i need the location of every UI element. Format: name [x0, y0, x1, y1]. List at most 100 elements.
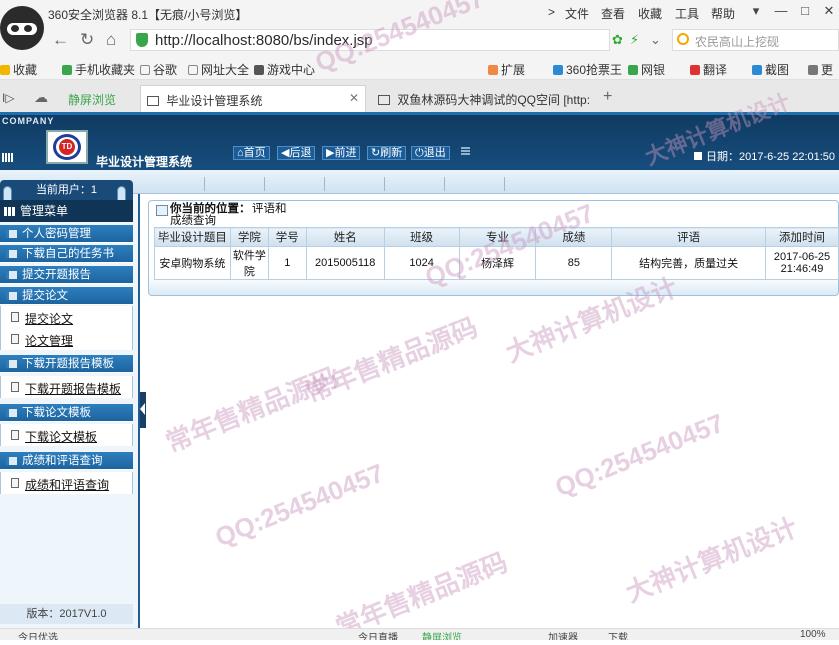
window-title: 360安全浏览器 8.1【无痕/小号浏览】: [48, 8, 248, 22]
speed-icon[interactable]: ✿: [612, 30, 623, 50]
back-arrow-icon[interactable]: ←: [52, 30, 69, 50]
folder-icon: [6, 360, 17, 368]
tab-label: 双鱼林源码大神调试的QQ空间 [http:: [397, 93, 591, 107]
search-box[interactable]: 农民高山上挖砚: [672, 29, 839, 51]
system-name: 毕业设计管理系统: [96, 155, 193, 169]
new-tab-icon[interactable]: +: [603, 88, 612, 106]
sidebar-link-submit-thesis[interactable]: 提交论文: [0, 306, 133, 328]
column-header: 毕业设计题目: [154, 227, 231, 247]
tab-label: 毕业设计管理系统: [166, 94, 263, 108]
address-text: http://localhost:8080/bs/index.jsp: [155, 32, 373, 49]
toolbar-extensions[interactable]: 扩展: [488, 61, 525, 78]
sidebar-group-proposal-template[interactable]: 下载开题报告模板: [0, 355, 133, 373]
folder-icon: [6, 409, 17, 417]
toolbar-translate[interactable]: 翻译: [690, 61, 727, 78]
home-icon[interactable]: ⌂: [106, 30, 116, 50]
column-header: 学院: [229, 227, 269, 247]
sidebar-link-grades[interactable]: 成绩和评语查询: [0, 472, 133, 494]
cell-major: 杨泽辉: [458, 246, 537, 280]
square-icon: [694, 152, 702, 160]
close-window-button[interactable]: ✕: [818, 2, 839, 20]
breadcrumb-part: 评语和: [252, 203, 287, 215]
cloud-icon[interactable]: ☁: [34, 89, 48, 106]
dropdown-chevron-icon[interactable]: ⌄: [650, 30, 661, 50]
back-button[interactable]: ◀后退: [277, 146, 316, 160]
scissors-icon: [752, 65, 762, 75]
tab-label: 静屏浏览: [68, 93, 117, 107]
status-item[interactable]: 今日直播: [358, 629, 398, 640]
refresh-icon[interactable]: ↻: [80, 30, 94, 50]
skin-button[interactable]: ▾: [745, 2, 767, 20]
grades-table: 毕业设计题目 学院 学号 姓名 班级 专业 成绩 评语 添加时间 安卓购物系统 …: [154, 227, 839, 280]
cell-score: 85: [535, 246, 613, 280]
sidebar-group-thesis[interactable]: 提交论文: [0, 287, 133, 305]
menu-favorites[interactable]: 收藏: [638, 5, 662, 22]
status-item[interactable]: 加速器: [548, 629, 578, 640]
menu-tools[interactable]: 工具: [675, 5, 699, 22]
power-icon: ⏻: [415, 147, 424, 159]
folder-icon: [6, 271, 17, 279]
status-item[interactable]: 下载: [608, 629, 628, 640]
minimize-button[interactable]: —: [770, 2, 792, 20]
company-label: COMPANY: [2, 116, 55, 126]
sidebar-link-thesis-manage[interactable]: 论文管理: [0, 328, 133, 350]
sidebar-link-thesis-template[interactable]: 下载论文模板: [0, 424, 133, 446]
cell-title: 安卓购物系统: [154, 246, 231, 280]
column-header: 姓名: [305, 227, 385, 247]
sidebar-group-proposal[interactable]: 提交开题报告: [0, 266, 133, 284]
menu-back-icon[interactable]: >: [548, 5, 555, 19]
divider: [204, 177, 205, 191]
tab-qq-space[interactable]: 双鱼林源码大神调试的QQ空间 [http:: [372, 85, 602, 112]
sidebar-collapse-handle[interactable]: [140, 392, 146, 428]
column-header: 班级: [383, 227, 460, 247]
browser-statusbar: 今日优选 今日直播 静屏浏览 加速器 下载 100%: [0, 628, 839, 640]
logout-button[interactable]: ⏻退出: [411, 146, 450, 160]
sidebar-group-grades[interactable]: 成绩和评语查询: [0, 452, 133, 470]
link-text[interactable]: 下载开题报告模板: [25, 380, 121, 397]
link-text[interactable]: 提交论文: [25, 310, 73, 327]
tab-graduation-system[interactable]: 毕业设计管理系统 ✕: [140, 85, 366, 112]
refresh-button[interactable]: ↻刷新: [367, 146, 407, 160]
bookmark-google[interactable]: 谷歌: [140, 61, 177, 78]
menu-file[interactable]: 文件: [565, 5, 589, 22]
system-logo: TD: [46, 130, 88, 164]
sidebar-group-task-book[interactable]: 下载自己的任务书: [0, 245, 133, 263]
link-text[interactable]: 论文管理: [25, 332, 73, 349]
tab-close-icon[interactable]: ✕: [349, 91, 359, 105]
address-bar[interactable]: http://localhost:8080/bs/index.jsp: [130, 29, 610, 51]
divider: [264, 177, 265, 191]
bookmark-favorites[interactable]: 收藏: [0, 61, 37, 78]
bookmark-games[interactable]: 游戏中心: [254, 61, 315, 78]
link-text[interactable]: 下载论文模板: [25, 428, 97, 445]
lightning-icon[interactable]: ⚡: [630, 30, 639, 50]
table-row: 安卓购物系统 软件学院 1 2015005118 1024 杨泽辉 85 结构完…: [154, 246, 839, 280]
zoom-level[interactable]: 100%: [800, 629, 826, 640]
status-item[interactable]: 今日优选: [18, 629, 58, 640]
link-text[interactable]: 成绩和评语查询: [25, 476, 109, 493]
toolbar-screenshot[interactable]: 截图: [752, 61, 789, 78]
sidebar-group-thesis-template[interactable]: 下载论文模板: [0, 404, 133, 422]
forward-button[interactable]: ▶前进: [322, 146, 361, 160]
cell-college: 软件学院: [229, 246, 269, 280]
translate-icon: [690, 65, 700, 75]
sidebar-group-password[interactable]: 个人密码管理: [0, 225, 133, 243]
sidebar-toggle-icon[interactable]: I▷: [2, 91, 15, 105]
tab-quiet-browse[interactable]: 静屏浏览: [62, 85, 134, 112]
status-item[interactable]: 静屏浏览: [422, 629, 462, 640]
divider: [324, 177, 325, 191]
home-button[interactable]: ⌂首页: [233, 146, 270, 160]
extension-icon: [488, 65, 498, 75]
maximize-button[interactable]: □: [794, 2, 816, 20]
ticket-icon: [553, 65, 563, 75]
column-header: 成绩: [535, 227, 613, 247]
sidebar-link-proposal-template[interactable]: 下载开题报告模板: [0, 376, 133, 398]
toolbar-bank[interactable]: 网银: [628, 61, 665, 78]
bookmark-directory[interactable]: 网址大全: [188, 61, 249, 78]
document-icon: [11, 478, 19, 488]
menu-help[interactable]: 帮助: [711, 5, 735, 22]
bookmark-mobile[interactable]: 手机收藏夹: [62, 61, 135, 78]
toolbar-ticket[interactable]: 360抢票王: [553, 61, 622, 78]
menu-view[interactable]: 查看: [601, 5, 625, 22]
menu-lines-icon: [461, 147, 470, 156]
gamepad-icon: [254, 65, 264, 75]
